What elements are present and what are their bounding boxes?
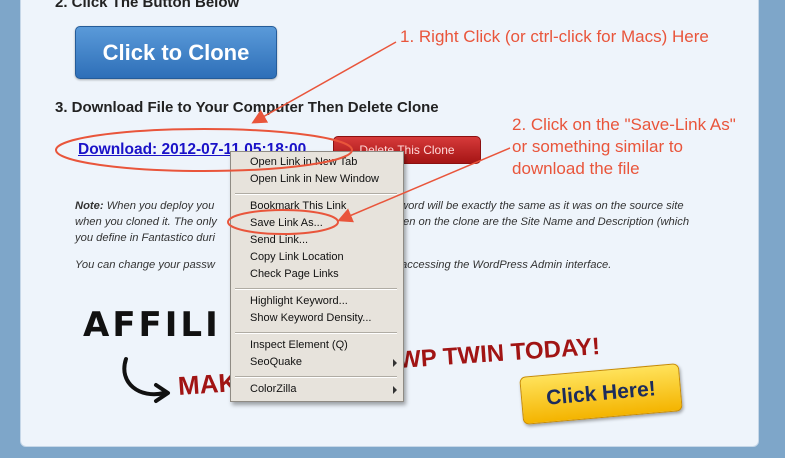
note-para-2-left: You can change your passw <box>75 259 215 271</box>
menu-item-inspect-element[interactable]: Inspect Element (Q) <box>250 339 348 351</box>
menu-separator <box>235 288 397 290</box>
step-3-heading: 3. Download File to Your Computer Then D… <box>55 99 439 116</box>
menu-item-bookmark-link[interactable]: Bookmark This Link <box>250 200 346 212</box>
curved-arrow-icon <box>122 357 170 403</box>
click-to-clone-button[interactable]: Click to Clone <box>75 26 277 79</box>
submenu-arrow-icon <box>393 359 397 367</box>
note-para-2-right: accessing the WordPress Admin interface. <box>401 259 612 271</box>
menu-item-copy-link-location[interactable]: Copy Link Location <box>250 251 344 263</box>
annotation-1: 1. Right Click (or ctrl-click for Macs) … <box>400 27 709 46</box>
menu-item-send-link[interactable]: Send Link... <box>250 234 308 246</box>
menu-item-save-link-as[interactable]: Save Link As... <box>250 217 323 229</box>
note-label: Note: <box>75 200 104 212</box>
menu-item-highlight-keyword[interactable]: Highlight Keyword... <box>250 295 348 307</box>
menu-item-open-new-tab[interactable]: Open Link in New Tab <box>250 156 357 168</box>
menu-item-check-page-links[interactable]: Check Page Links <box>250 268 339 280</box>
menu-separator <box>235 193 397 195</box>
annotation-2-line-1: 2. Click on the "Save-Link As" <box>512 115 736 134</box>
note-line-2: when you cloned it. The only <box>75 216 217 228</box>
annotation-2-line-2: or something similar to <box>512 137 684 156</box>
menu-item-seoquake[interactable]: SeoQuake <box>250 356 302 368</box>
menu-separator <box>235 376 397 378</box>
note-line-1-left: When you deploy you <box>103 200 215 212</box>
note-line-1-right: word will be exactly the same as it was … <box>400 200 684 212</box>
note-line-3: you define in Fantastico duri <box>75 232 215 244</box>
context-menu: Open Link in New Tab Open Link in New Wi… <box>230 151 404 402</box>
submenu-arrow-icon <box>393 386 397 394</box>
note-line-1: Note: When you deploy you <box>75 198 214 215</box>
menu-item-open-new-window[interactable]: Open Link in New Window <box>250 173 379 185</box>
annotation-2-line-3: download the file <box>512 159 640 178</box>
menu-item-keyword-density[interactable]: Show Keyword Density... <box>250 312 371 324</box>
step-2-heading: 2. Click The Button Below <box>55 0 240 11</box>
menu-separator <box>235 332 397 334</box>
menu-item-colorzilla[interactable]: ColorZilla <box>250 383 296 395</box>
affiliate-banner-text: AFFILI <box>83 305 221 345</box>
note-line-2-right: en on the clone are the Site Name and De… <box>403 216 690 228</box>
